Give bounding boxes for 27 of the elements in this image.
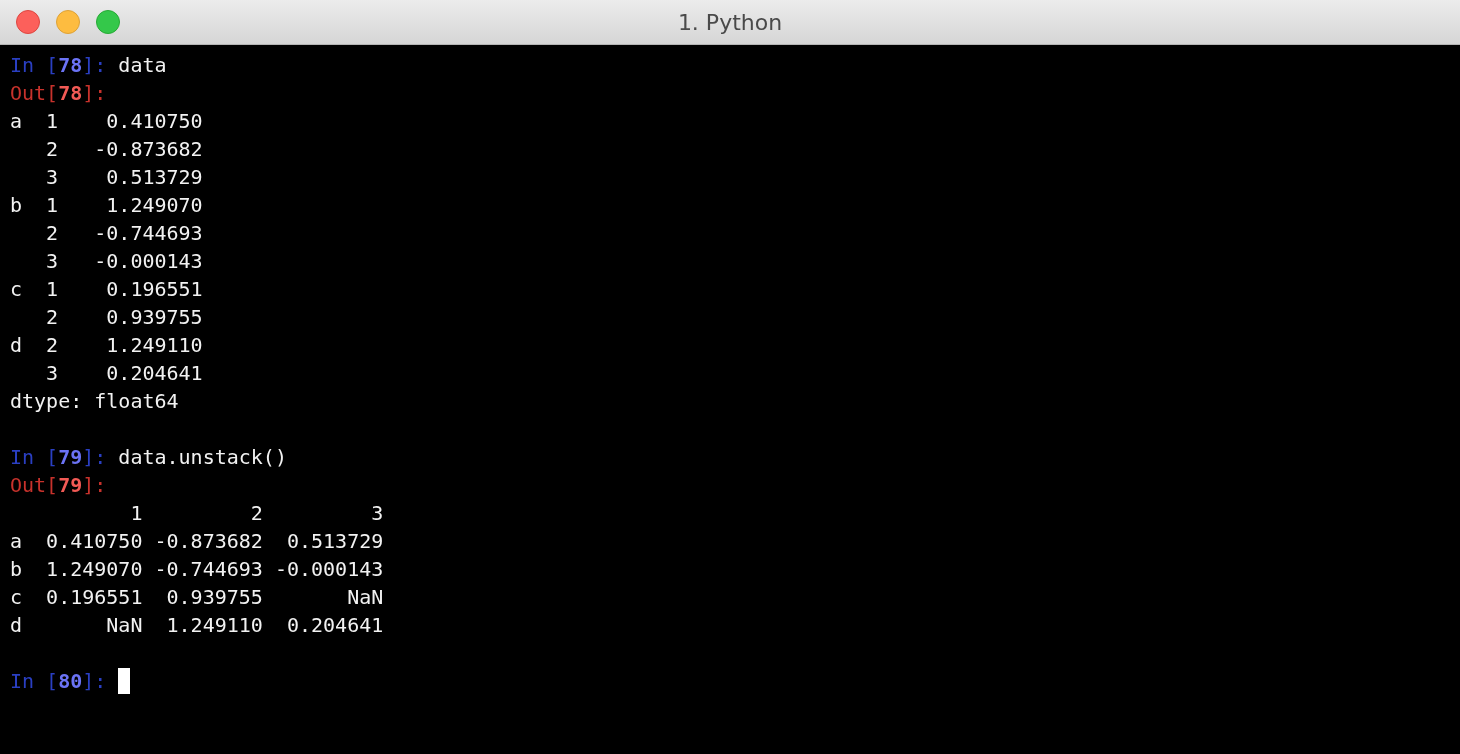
- output-line: b 1.249070 -0.744693 -0.000143: [10, 556, 384, 583]
- zoom-button[interactable]: [96, 10, 120, 34]
- output-line: 3 0.204641: [45, 360, 203, 387]
- output-line: d NaN 1.249110 0.204641: [10, 612, 384, 639]
- output-line: dtype: float64: [10, 388, 179, 415]
- output-line: 2 -0.744693: [45, 220, 203, 247]
- output-line: d 2 1.249110: [10, 332, 203, 359]
- output-line: a 0.410750 -0.873682 0.513729: [10, 528, 384, 555]
- code-text: data.unstack(): [118, 444, 287, 471]
- output-prompt: Out[78]:: [10, 80, 107, 107]
- output-line: 3 0.513729: [45, 164, 203, 191]
- output-line: b 1 1.249070: [10, 192, 203, 219]
- output-line: a 1 0.410750: [10, 108, 203, 135]
- output-line: 1 2 3: [129, 500, 384, 527]
- output-line: c 1 0.196551: [10, 276, 203, 303]
- minimize-button[interactable]: [56, 10, 80, 34]
- close-button[interactable]: [16, 10, 40, 34]
- code-text: data: [118, 52, 167, 79]
- output-prompt: Out[79]:: [10, 472, 107, 499]
- input-prompt: In [78]:: [10, 52, 107, 79]
- output-line: c 0.196551 0.939755 NaN: [10, 584, 384, 611]
- output-line: 2 -0.873682: [45, 136, 203, 163]
- input-prompt: In [79]:: [10, 444, 107, 471]
- output-line: 3 -0.000143: [45, 248, 203, 275]
- input-prompt: In [80]:: [10, 668, 107, 695]
- window-title: 1. Python: [677, 9, 783, 35]
- output-line: 2 0.939755: [45, 304, 203, 331]
